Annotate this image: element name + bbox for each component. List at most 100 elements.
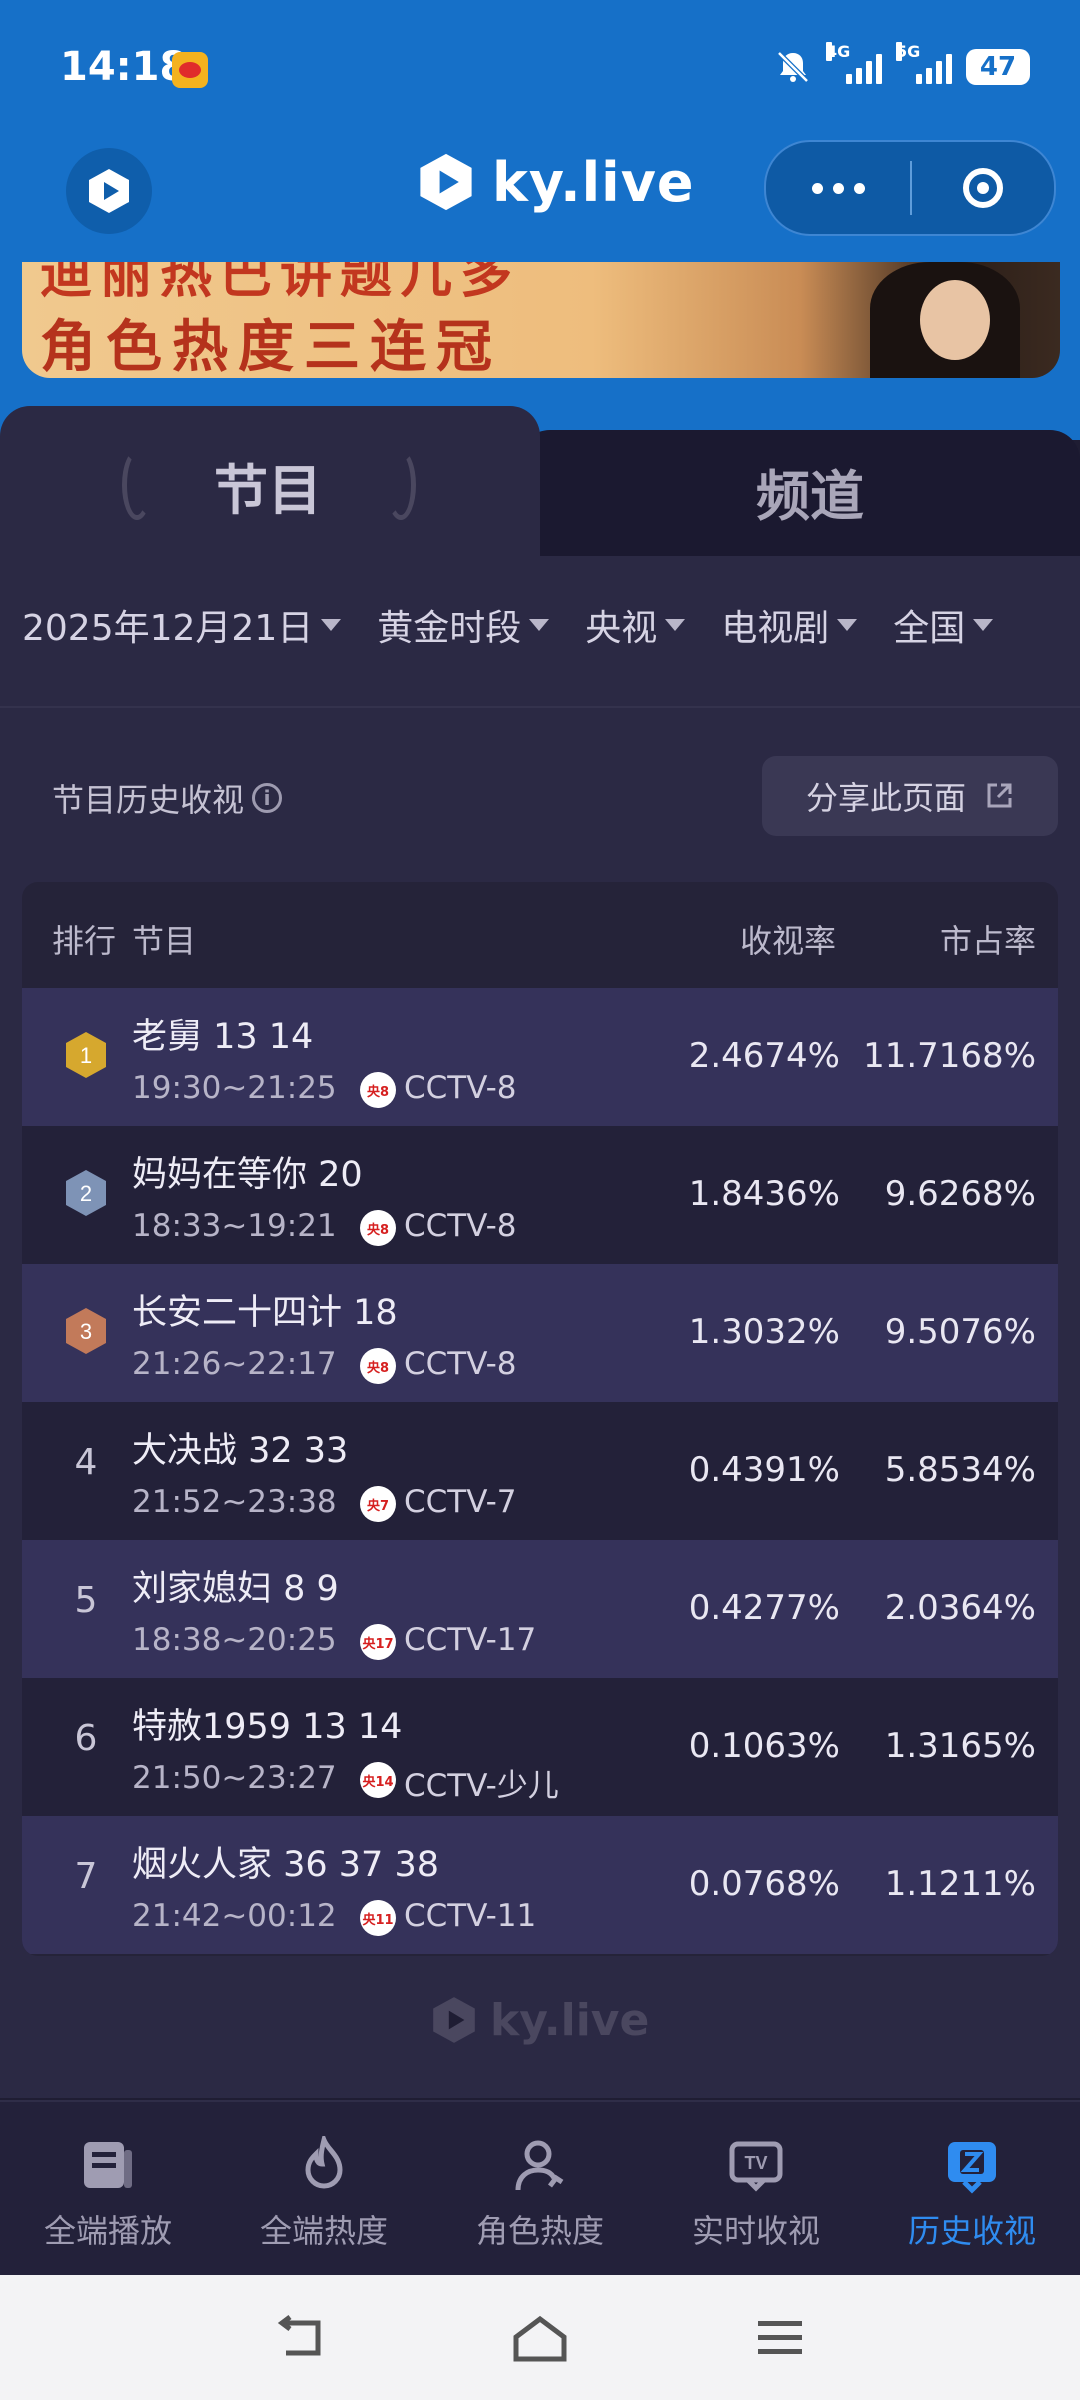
miniprogram-capsule [764, 140, 1056, 236]
rating-value: 0.1063% [688, 1726, 840, 1766]
ky-brand-icon [420, 153, 472, 211]
channel-name: CCTV-8 [404, 1346, 517, 1382]
cctv-logo-icon: 央8 [360, 1348, 396, 1384]
rank-number: 5 [74, 1580, 98, 1621]
system-navigation-bar [0, 2275, 1080, 2400]
table-row[interactable]: 7 烟火人家 36 37 38 21:42~00:12 央11 CCTV-11 … [22, 1816, 1058, 1954]
channel-name: CCTV-8 [404, 1070, 517, 1106]
program-title: 大决战 32 33 [132, 1431, 349, 1471]
header-share: 市占率 [939, 922, 1036, 960]
filter-timeslot[interactable]: 黄金时段 [377, 599, 550, 651]
caret-down-icon [321, 619, 342, 631]
cctv-logo-icon: 央7 [360, 1486, 396, 1522]
program-title: 刘家媳妇 8 9 [132, 1569, 339, 1609]
brand-name: ky.live [492, 150, 695, 214]
table-row[interactable]: 2 妈妈在等你 20 18:33~19:21 央8 CCTV-8 1.8436%… [22, 1126, 1058, 1264]
menu-icon[interactable] [750, 2313, 810, 2363]
footer-watermark: ky.live [428, 1994, 649, 2046]
status-bar: 14:18 4G 5G 47 [0, 0, 1080, 140]
tab-program[interactable]: 节目 [0, 406, 540, 556]
channel-name: CCTV-8 [404, 1208, 517, 1244]
person-icon [515, 2140, 564, 2191]
external-link-icon [987, 783, 1012, 808]
program-title: 老舅 13 14 [132, 1017, 314, 1057]
header-rating: 收视率 [739, 922, 836, 960]
svg-text:3: 3 [80, 1319, 92, 1344]
caret-down-icon [665, 619, 686, 631]
filter-network[interactable]: 央视 [585, 599, 686, 651]
banner-line1: 迪丽热巴讲题几多 [40, 262, 521, 305]
nav-realtime-ratings[interactable]: TV 实时收视 [648, 2102, 864, 2277]
tab-channel-label: 频道 [756, 465, 864, 528]
signal-4g-icon: 4G [826, 42, 882, 84]
nav-role-heat[interactable]: 角色热度 [432, 2102, 648, 2277]
program-time: 19:30~21:25 [132, 1070, 337, 1106]
tab-program-label: 节目 [214, 459, 322, 522]
gold-medal-icon: 1 [66, 1032, 106, 1078]
ky-logo-icon [89, 169, 129, 213]
cctv-logo-icon: 央8 [360, 1072, 396, 1108]
share-value: 9.5076% [884, 1312, 1036, 1352]
header-program: 节目 [132, 922, 197, 960]
filter-region[interactable]: 全国 [893, 599, 994, 651]
more-button[interactable] [766, 142, 910, 234]
share-value: 2.0364% [884, 1588, 1036, 1628]
filter-genre[interactable]: 电视剧 [721, 599, 858, 651]
share-value: 1.1211% [884, 1864, 1036, 1904]
rank-number: 4 [74, 1442, 98, 1483]
nav-all-playback[interactable]: 全端播放 [0, 2102, 216, 2277]
section-title: 节目历史收视 i [52, 775, 283, 821]
nav-history-ratings[interactable]: 历史收视 [864, 2102, 1080, 2277]
rating-value: 2.4674% [688, 1036, 840, 1076]
share-value: 1.3165% [884, 1726, 1036, 1766]
rank-number: 7 [74, 1856, 98, 1897]
history-icon [948, 2142, 996, 2194]
rating-value: 0.4277% [688, 1588, 840, 1628]
program-title: 特赦1959 13 14 [132, 1707, 403, 1747]
silver-medal-icon: 2 [66, 1170, 106, 1216]
program-time: 18:33~19:21 [132, 1208, 337, 1244]
table-row[interactable]: 1 老舅 13 14 19:30~21:25 央8 CCTV-8 2.4674%… [22, 988, 1058, 1126]
home-icon[interactable] [510, 2313, 570, 2363]
channel-name: CCTV-少儿 [404, 1768, 559, 1804]
program-time: 18:38~20:25 [132, 1622, 337, 1658]
svg-text:1: 1 [80, 1043, 92, 1068]
home-logo-button[interactable] [66, 148, 152, 234]
rank-number: 6 [74, 1718, 98, 1759]
svg-text:2: 2 [80, 1181, 92, 1206]
main-tabs: 频道 节目 [0, 406, 1080, 556]
bronze-medal-icon: 3 [66, 1308, 106, 1354]
share-value: 5.8534% [884, 1450, 1036, 1490]
weibo-notification-icon [172, 52, 208, 88]
ky-watermark-icon [433, 1997, 475, 2043]
caret-down-icon [973, 619, 994, 631]
rating-value: 1.8436% [688, 1174, 840, 1214]
filter-date[interactable]: 2025年12月21日 [22, 599, 342, 651]
channel-name: CCTV-17 [404, 1622, 537, 1658]
program-time: 21:50~23:27 [132, 1760, 337, 1796]
svg-text:TV: TV [744, 2153, 767, 2173]
program-title: 妈妈在等你 20 [132, 1155, 363, 1195]
share-page-button[interactable]: 分享此页面 [762, 756, 1058, 836]
program-time: 21:52~23:38 [132, 1484, 337, 1520]
cctv-logo-icon: 央8 [360, 1210, 396, 1246]
info-icon[interactable]: i [252, 783, 283, 813]
table-row[interactable]: 5 刘家媳妇 8 9 18:38~20:25 央17 CCTV-17 0.427… [22, 1540, 1058, 1678]
back-icon[interactable] [270, 2313, 330, 2363]
tab-channel[interactable]: 频道 [520, 430, 1080, 556]
signal-5g-icon: 5G [896, 42, 952, 84]
close-miniprogram-button[interactable] [912, 142, 1054, 234]
caret-down-icon [529, 619, 550, 631]
mute-bell-icon [777, 51, 809, 83]
promo-banner[interactable]: 迪丽热巴讲题几多 角色热度三连冠 [22, 262, 1060, 378]
nav-all-heat[interactable]: 全端热度 [216, 2102, 432, 2277]
brand-logo: ky.live [414, 150, 695, 214]
channel-name: CCTV-7 [404, 1484, 517, 1520]
tv-icon: TV [729, 2141, 783, 2192]
divider [0, 706, 1080, 708]
cctv-logo-icon: 央11 [360, 1900, 396, 1936]
playlist-icon [84, 2142, 132, 2188]
table-row[interactable]: 4 大决战 32 33 21:52~23:38 央7 CCTV-7 0.4391… [22, 1402, 1058, 1540]
table-row[interactable]: 6 特赦1959 13 14 21:50~23:27 央14 CCTV-少儿 0… [22, 1678, 1058, 1816]
table-row[interactable]: 3 长安二十四计 18 21:26~22:17 央8 CCTV-8 1.3032… [22, 1264, 1058, 1402]
